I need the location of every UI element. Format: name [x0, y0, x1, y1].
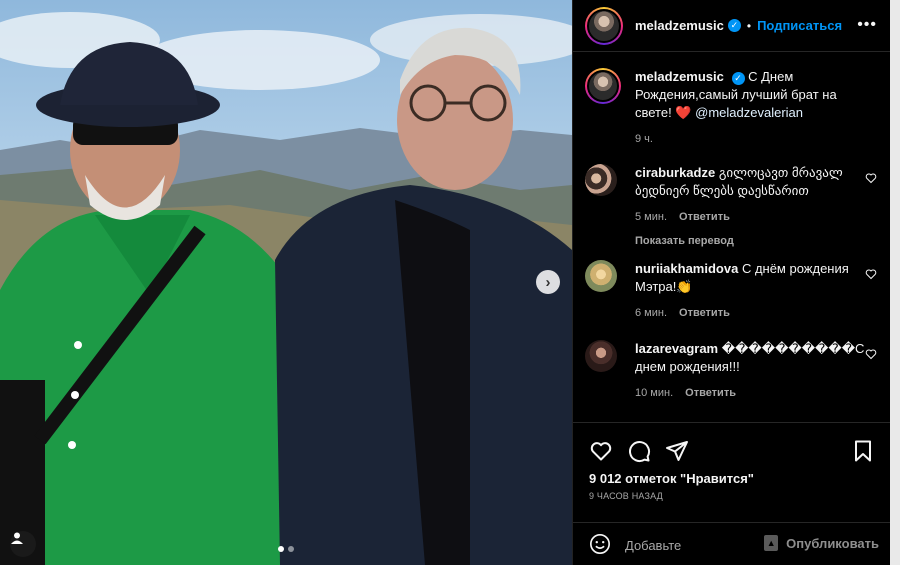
comment-username[interactable]: lazarevagram	[635, 341, 718, 356]
comment-time: 10 мин.	[635, 387, 674, 399]
photo-illustration	[0, 12, 572, 565]
likes-count[interactable]: 9 012 отметок "Нравится"	[589, 471, 754, 486]
post-actions: 9 012 отметок "Нравится" 9 ЧАСОВ НАЗАД	[573, 422, 891, 522]
carousel-dot	[288, 546, 294, 552]
comment-avatar[interactable]	[585, 340, 617, 372]
verified-icon: ✓	[727, 19, 741, 32]
carousel-next-button[interactable]: ›	[536, 270, 560, 294]
reply-button[interactable]: Ответить	[685, 384, 736, 402]
user-tag-icon	[11, 532, 23, 544]
comment-avatar[interactable]	[585, 260, 617, 292]
author-username[interactable]: meladzemusic	[635, 18, 724, 33]
publish-button[interactable]: Опубликовать	[786, 536, 879, 551]
heart-icon[interactable]	[865, 268, 877, 280]
publish-icon: ▲	[764, 535, 779, 551]
caption-avatar[interactable]	[585, 68, 621, 104]
like-heart-icon[interactable]	[589, 439, 613, 463]
separator-dot: •	[746, 18, 752, 33]
more-options-icon[interactable]: •••	[857, 16, 877, 34]
heart-icon[interactable]	[865, 172, 877, 184]
comment-input[interactable]	[625, 535, 755, 555]
avatar[interactable]	[585, 6, 623, 45]
post-photo[interactable]: ›	[0, 0, 572, 565]
bookmark-icon[interactable]	[851, 439, 875, 463]
caption-mention[interactable]: @meladzevalerian	[695, 105, 803, 120]
reply-button[interactable]: Ответить	[679, 304, 730, 322]
chevron-right-icon: ›	[545, 273, 551, 291]
comment-composer: ▲ Опубликовать	[573, 522, 891, 565]
caption-time: 9 ч.	[635, 133, 653, 145]
reply-button[interactable]: Ответить	[679, 208, 730, 226]
follow-button[interactable]: Подписаться	[757, 18, 842, 33]
instagram-post-modal: › meladzemusic ✓ • Подписаться ••• melad…	[0, 0, 900, 565]
post-header: meladzemusic ✓ • Подписаться •••	[573, 0, 891, 52]
comment-username[interactable]: nuriiakhamidova	[635, 261, 738, 276]
carousel-dot	[278, 546, 284, 552]
carousel-indicator	[278, 546, 294, 552]
heart-emoji: ❤️	[675, 105, 692, 120]
comment-avatar[interactable]	[585, 164, 617, 196]
page-edge	[890, 0, 900, 565]
comment-username[interactable]: ciraburkadze	[635, 165, 715, 180]
emoji-icon[interactable]	[589, 533, 611, 555]
post-timestamp: 9 ЧАСОВ НАЗАД	[589, 491, 663, 501]
comment-time: 6 мин.	[635, 307, 668, 319]
comment-time: 5 мин.	[635, 211, 668, 223]
share-icon[interactable]	[665, 439, 689, 463]
comment-icon[interactable]	[627, 439, 651, 463]
user-tag-button[interactable]	[10, 531, 36, 557]
heart-icon[interactable]	[865, 348, 877, 360]
comments-list[interactable]: meladzemusic ✓ С Днем Рождения,самый луч…	[573, 52, 891, 422]
caption-username[interactable]: meladzemusic	[635, 69, 724, 84]
post-sidebar: meladzemusic ✓ • Подписаться ••• meladze…	[572, 0, 891, 565]
show-translation-button[interactable]: Показать перевод	[635, 232, 865, 250]
verified-icon: ✓	[731, 71, 745, 85]
